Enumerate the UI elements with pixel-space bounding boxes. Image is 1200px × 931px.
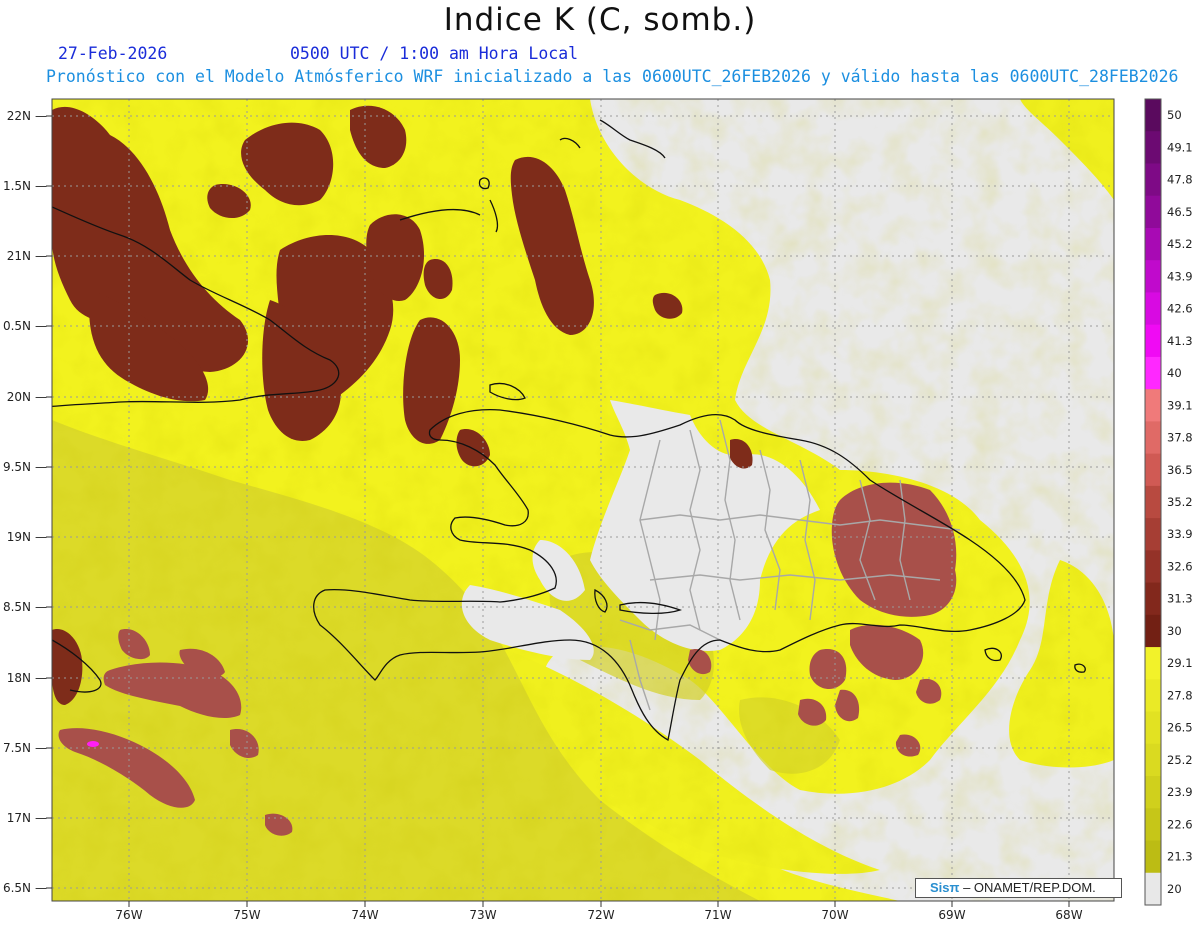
lon-label: 71W [704,908,731,922]
lat-label: 20N [7,390,31,404]
lon-label: 72W [587,908,614,922]
colorbar-label: 46.5 [1167,205,1193,219]
colorbar-swatch [1145,131,1161,164]
lat-label: 9.5N [3,460,31,474]
colorbar-label: 47.8 [1167,173,1193,187]
lat-label: 22N [7,109,31,123]
colorbar-label: 25.2 [1167,753,1193,767]
colorbar-swatch [1145,163,1161,197]
colorbar-label: 26.5 [1167,721,1193,735]
colorbar-label: 42.6 [1167,302,1193,316]
lon-label: 74W [351,908,378,922]
colorbar-label: 43.9 [1167,269,1193,283]
colorbar-label: 50 [1167,108,1182,122]
credit-brand: Sisπ [930,880,960,895]
svg-text:—: — [35,249,47,263]
colorbar-label: 23.9 [1167,785,1193,799]
lon-label: 68W [1055,908,1082,922]
colorbar-label: 40 [1167,366,1182,380]
svg-text:—: — [35,600,47,614]
colorbar-label: 49.1 [1167,140,1193,154]
colorbar-label: 20 [1167,882,1182,896]
colorbar: 50 49.1 47.8 46.5 45.2 43.9 42.6 41.3 40 39.1 37.8… [1144,98,1193,906]
lat-label: 6.5N [3,881,31,895]
lon-labels: 76W 75W 74W 73W 72W 71W 70W 69W 68W [115,908,1082,922]
colorbar-label: 33.9 [1167,527,1193,541]
colorbar-swatch [1145,614,1161,648]
colorbar-label: 22.6 [1167,817,1193,831]
lat-label: 8.5N [3,600,31,614]
colorbar-swatch [1145,743,1161,777]
svg-text:—: — [35,319,47,333]
colorbar-swatch [1145,679,1161,713]
colorbar-swatch [1145,776,1161,809]
lat-label: 0.5N [3,319,31,333]
lon-label: 76W [115,908,142,922]
colorbar-swatch [1145,872,1161,906]
colorbar-swatch [1145,389,1161,422]
lat-label: 18N [7,671,31,685]
colorbar-swatch [1145,99,1161,132]
lat-label-dashes: — — — — — — — — — — — — [35,109,47,895]
colorbar-swatch [1145,582,1161,616]
lat-labels: 22N 1.5N 21N 0.5N 20N 9.5N 19N 8.5N 18N … [3,109,31,895]
colorbar-swatch [1145,453,1161,487]
lat-label: 21N [7,249,31,263]
lon-label: 73W [469,908,496,922]
colorbar-label: 36.5 [1167,463,1193,477]
colorbar-label: 37.8 [1167,431,1193,445]
map-panel: 22N 1.5N 21N 0.5N 20N 9.5N 19N 8.5N 18N … [0,0,1200,927]
colorbar-swatch [1145,324,1161,358]
colorbar-label: 41.3 [1167,334,1193,348]
colorbar-swatch [1145,485,1161,519]
map-svg: 22N 1.5N 21N 0.5N 20N 9.5N 19N 8.5N 18N … [3,98,1193,922]
svg-text:—: — [35,179,47,193]
lat-label: 7.5N [3,741,31,755]
colorbar-swatch [1145,356,1161,390]
colorbar-swatch [1145,227,1161,261]
colorbar-label: 45.2 [1167,237,1193,251]
k-max-spot [87,741,99,747]
colorbar-label: 35.2 [1167,495,1193,509]
svg-text:—: — [35,530,47,544]
colorbar-swatch [1145,840,1161,874]
colorbar-label: 39.1 [1167,398,1193,412]
colorbar-swatch [1145,292,1161,326]
colorbar-label: 31.3 [1167,592,1193,606]
svg-text:—: — [35,390,47,404]
lon-label: 69W [938,908,965,922]
colorbar-swatch [1145,550,1161,584]
colorbar-label: 30 [1167,624,1182,638]
colorbar-label: 32.6 [1167,559,1193,573]
svg-text:—: — [35,881,47,895]
lat-label: 1.5N [3,179,31,193]
svg-text:—: — [35,460,47,474]
lon-label: 75W [233,908,260,922]
credit-org: – ONAMET/REP.DOM. [963,880,1096,895]
svg-text:—: — [35,109,47,123]
colorbar-swatch [1145,808,1161,842]
colorbar-label: 29.1 [1167,656,1193,670]
lat-label: 17N [7,811,31,825]
colorbar-swatch [1145,518,1161,551]
svg-text:—: — [35,741,47,755]
lat-label: 19N [7,530,31,544]
colorbar-label: 27.8 [1167,688,1193,702]
svg-text:—: — [35,811,47,825]
lon-label: 70W [821,908,848,922]
colorbar-label: 21.3 [1167,850,1193,864]
svg-text:—: — [35,671,47,685]
field-layer [52,99,1114,901]
colorbar-swatch [1145,711,1161,745]
colorbar-swatch [1145,195,1161,229]
colorbar-swatch [1145,647,1161,680]
credit-box: Sisπ – ONAMET/REP.DOM. [915,878,1122,898]
colorbar-swatch [1145,260,1161,293]
colorbar-swatch [1145,421,1161,455]
